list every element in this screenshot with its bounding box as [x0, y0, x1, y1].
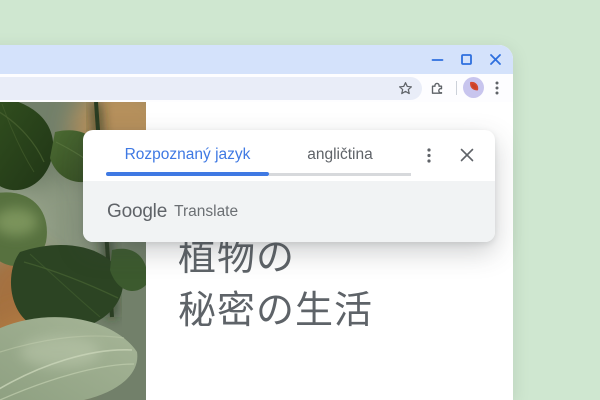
extensions-icon	[429, 80, 445, 96]
maximize-button[interactable]	[459, 52, 474, 67]
browser-toolbar	[0, 74, 513, 102]
browser-menu-button[interactable]	[494, 80, 500, 96]
close-window-button[interactable]	[488, 52, 503, 67]
toolbar-divider	[456, 81, 457, 95]
tab-target-language-label: angličtina	[307, 146, 373, 164]
tab-target-language[interactable]: angličtina	[269, 138, 411, 172]
browser-titlebar[interactable]	[0, 45, 513, 74]
translate-product-text: Translate	[174, 203, 238, 221]
minimize-icon	[431, 53, 444, 66]
extensions-button[interactable]	[429, 80, 445, 96]
translate-popup: Rozpoznaný jazyk angličtina Google Trans…	[83, 130, 495, 242]
popup-footer: Google Translate	[83, 181, 495, 242]
minimize-button[interactable]	[430, 52, 445, 67]
page-heading: 植物の 秘密の生活	[178, 232, 373, 338]
address-bar[interactable]	[0, 77, 422, 100]
close-icon	[489, 53, 502, 66]
maximize-icon	[460, 53, 473, 66]
google-logo-text: Google	[107, 201, 167, 223]
popup-options-button[interactable]	[417, 143, 441, 167]
close-icon	[460, 148, 474, 162]
kebab-menu-icon	[494, 80, 500, 96]
tab-detected-language-label: Rozpoznaný jazyk	[125, 146, 251, 164]
desktop-background: 植物の 秘密の生活 Rozpoznaný jazyk angličtina	[0, 0, 600, 400]
kebab-menu-icon	[426, 147, 432, 164]
page-heading-line2: 秘密の生活	[178, 285, 373, 338]
bookmark-star-button[interactable]	[398, 81, 413, 96]
profile-avatar[interactable]	[463, 77, 484, 98]
popup-close-button[interactable]	[455, 143, 479, 167]
tab-detected-language[interactable]: Rozpoznaný jazyk	[106, 138, 269, 172]
bookmark-star-icon	[398, 81, 413, 96]
window-controls	[430, 45, 503, 74]
inactive-tab-underline	[269, 173, 411, 176]
active-tab-underline	[106, 172, 269, 176]
profile-avatar-image	[463, 77, 484, 98]
